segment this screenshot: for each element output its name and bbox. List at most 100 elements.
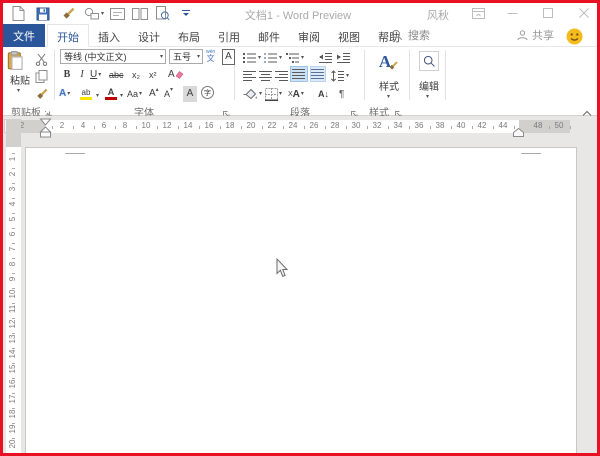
feedback-smiley-icon[interactable] — [566, 28, 583, 50]
text-effects-button[interactable]: A ▾ — [59, 86, 70, 102]
tab-插入[interactable]: 插入 — [89, 24, 129, 47]
subscript-button[interactable]: x₂ — [132, 67, 140, 83]
font-name-combo[interactable]: 等线 (中文正文) ▾ — [60, 49, 166, 64]
search-box[interactable]: 搜索 — [391, 24, 430, 46]
close-button[interactable] — [571, 3, 597, 23]
shading-button[interactable]: ▾ — [243, 86, 262, 102]
font-dialog-launcher-icon[interactable] — [223, 106, 232, 118]
decrease-indent-button[interactable] — [319, 50, 333, 66]
align-right-button[interactable] — [275, 68, 289, 84]
format-painter-button[interactable] — [35, 86, 49, 102]
right-indent-marker[interactable] — [512, 125, 525, 143]
new-document-icon[interactable] — [9, 5, 27, 22]
tab-引用[interactable]: 引用 — [209, 24, 249, 47]
ruler-number: 48 — [533, 121, 543, 130]
indent-markers[interactable] — [39, 118, 52, 145]
sort-button[interactable]: A ↓ — [318, 86, 329, 102]
paste-button[interactable] — [7, 50, 24, 70]
side-by-side-pages-icon[interactable] — [131, 5, 149, 22]
bullets-button[interactable]: ▾ — [243, 50, 261, 66]
tab-开始[interactable]: 开始 — [47, 24, 89, 47]
tab-设计[interactable]: 设计 — [129, 24, 169, 47]
group-separator — [445, 50, 446, 100]
grow-font-button[interactable]: A ▴ — [149, 86, 159, 102]
distribute-text-button[interactable] — [310, 66, 326, 82]
character-border-button[interactable]: A — [222, 49, 235, 65]
justify-button[interactable] — [290, 66, 308, 82]
font-color-button[interactable]: A — [105, 86, 117, 102]
increase-indent-button[interactable] — [337, 50, 351, 66]
strikethrough-button[interactable]: abc — [109, 67, 124, 83]
paste-dropdown-arrow-icon[interactable]: ▾ — [16, 83, 20, 99]
customize-quick-access-toolbar-icon[interactable] — [177, 5, 195, 22]
grow-arrow-icon: ▴ — [155, 87, 159, 93]
highlight-color-button[interactable]: ab — [80, 86, 92, 102]
clear-formatting-button[interactable]: A — [168, 67, 184, 83]
line-spacing-button[interactable]: ▾ — [331, 68, 349, 84]
h-ruler[interactable]: 2 2 4 6 8 10 12 14 16 18 20 22 24 26 28 30 32 34 36 38 40 42 4… — [0, 119, 600, 135]
cut-button[interactable] — [35, 51, 48, 67]
dropdown-arrow-icon: ▾ — [258, 55, 262, 61]
ruler-number: 24 — [288, 121, 298, 130]
editing-dropdown-arrow-icon[interactable]: ▾ — [425, 89, 429, 105]
tab-审阅[interactable]: 审阅 — [289, 24, 329, 47]
ruler-tick — [282, 126, 284, 129]
shrink-font-button[interactable]: A ▾ — [164, 86, 173, 102]
align-center-button[interactable] — [259, 68, 273, 84]
tab-视图[interactable]: 视图 — [329, 24, 369, 47]
ruler-number: 2 — [8, 171, 17, 177]
change-case-button[interactable]: Aa ▾ — [127, 86, 142, 102]
maximize-button[interactable] — [535, 3, 561, 23]
styles-dialog-launcher-icon[interactable] — [395, 106, 404, 118]
shapes-icon[interactable]: ▾ — [81, 5, 107, 22]
paragraph-dialog-launcher-icon[interactable] — [351, 106, 360, 118]
justify-icon — [292, 69, 305, 79]
font-name-value: 等线 (中文正文) — [64, 52, 127, 62]
underline-glyph: U — [90, 69, 98, 80]
mouse-cursor — [276, 257, 289, 283]
document-page[interactable] — [25, 147, 577, 456]
tab-邮件[interactable]: 邮件 — [249, 24, 289, 47]
asian-layout-button[interactable]: X A ▾ — [288, 86, 304, 102]
highlight-dropdown-arrow-icon[interactable]: ▾ — [95, 88, 99, 104]
ruler-tick — [12, 287, 15, 289]
sort-arrow-icon: ↓ — [324, 89, 330, 99]
ruler-tick — [177, 126, 179, 129]
collapse-ribbon-icon[interactable] — [582, 104, 592, 116]
share-button[interactable]: 共享 — [517, 24, 554, 46]
font-size-combo[interactable]: 五号 ▾ — [169, 49, 203, 64]
print-preview-icon[interactable] — [153, 5, 171, 22]
borders-button[interactable]: ▾ — [265, 86, 282, 102]
clipboard-dialog-launcher-icon[interactable] — [45, 106, 54, 118]
italic-button[interactable]: I — [77, 67, 87, 83]
ruler-number: 8 — [8, 261, 17, 267]
dropdown-arrow-icon: ▾ — [196, 53, 200, 60]
ribbon-display-options-icon[interactable] — [465, 3, 491, 23]
ruler-number: 19 — [8, 424, 17, 434]
multilevel-list-button[interactable]: ▾ — [286, 50, 304, 66]
bold-button[interactable]: B — [61, 67, 73, 83]
font-size-value: 五号 — [173, 52, 192, 62]
minimize-button[interactable] — [499, 3, 525, 23]
underline-button[interactable]: U ▾ — [90, 67, 101, 83]
tab-file[interactable]: 文件 — [3, 24, 45, 47]
enclose-characters-button[interactable]: 字 — [201, 86, 214, 99]
copy-button[interactable] — [35, 68, 48, 84]
tab-布局[interactable]: 布局 — [169, 24, 209, 47]
ruler-number: 32 — [372, 121, 382, 130]
align-left-button[interactable] — [243, 68, 257, 84]
phonetic-guide-button[interactable]: wén 文 — [206, 48, 215, 64]
format-painter-brush-icon[interactable] — [59, 5, 77, 22]
character-shading-button[interactable]: A — [183, 86, 197, 102]
styles-button[interactable]: A — [375, 50, 403, 74]
v-ruler[interactable]: 1 2 3 4 5 6 7 8 9 10 11 12 13 14 15 16 17 18 19 20 — [5, 117, 22, 453]
styles-dropdown-arrow-icon[interactable]: ▾ — [386, 89, 390, 105]
show-hide-marks-button[interactable]: ¶ — [339, 86, 344, 102]
font-color-dropdown-arrow-icon[interactable]: ▾ — [119, 88, 123, 104]
save-icon[interactable] — [34, 5, 52, 22]
borders-icon — [265, 87, 278, 101]
superscript-button[interactable]: x² — [149, 67, 157, 83]
text-box-icon[interactable] — [108, 5, 126, 22]
numbering-button[interactable]: ▾ — [264, 50, 282, 66]
editing-button[interactable] — [419, 51, 439, 71]
